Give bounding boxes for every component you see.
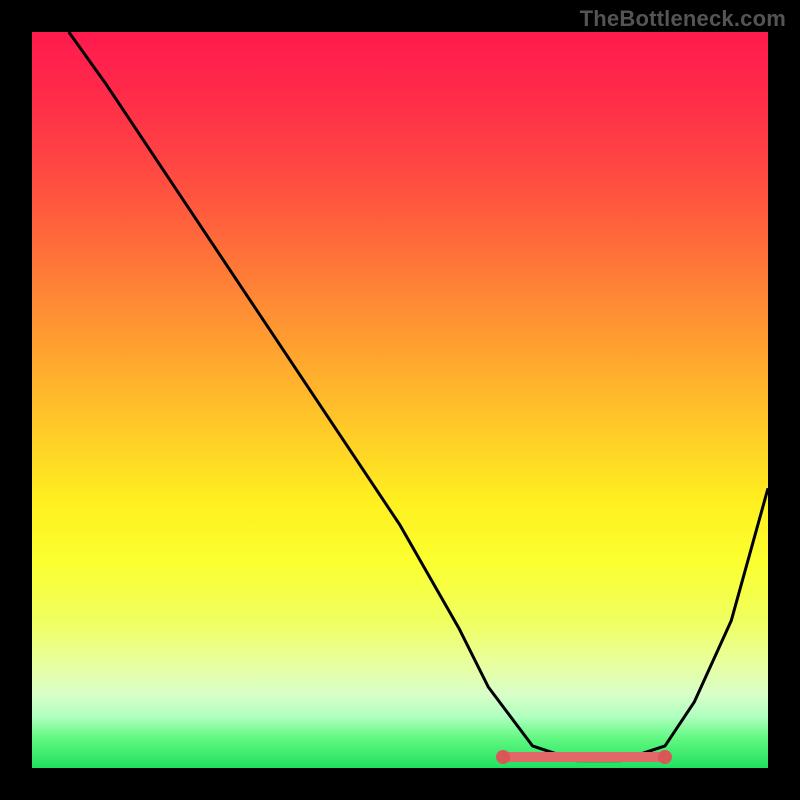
chart-svg bbox=[32, 32, 768, 768]
flat-region-start-dot bbox=[496, 750, 510, 764]
curve-line bbox=[69, 32, 768, 761]
chart-frame: TheBottleneck.com bbox=[0, 0, 800, 800]
chart-plot-area bbox=[32, 32, 768, 768]
chart-curve-group bbox=[69, 32, 768, 761]
chart-flat-region-group bbox=[496, 750, 672, 764]
watermark-text: TheBottleneck.com bbox=[580, 6, 786, 32]
flat-region-end-dot bbox=[658, 750, 672, 764]
